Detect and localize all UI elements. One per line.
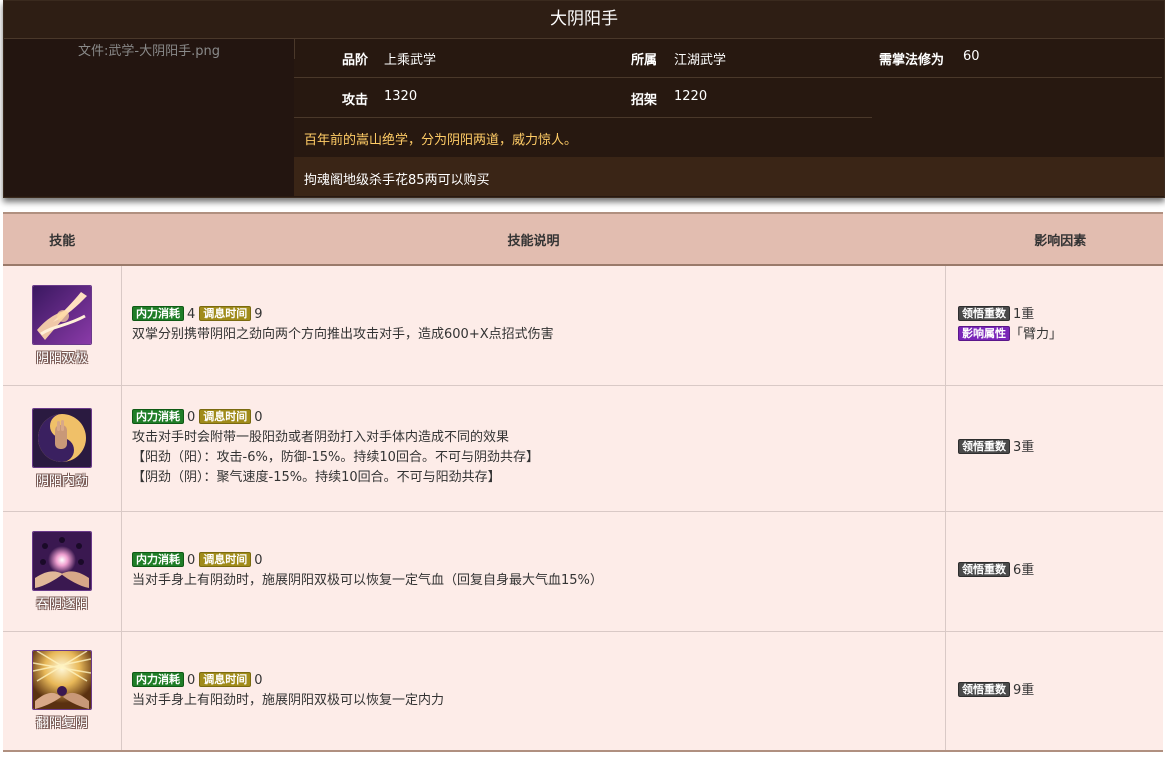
divider <box>294 117 872 118</box>
realm-value: 3重 <box>1013 440 1035 455</box>
factor-cell: 领悟重数 9重 <box>945 631 1163 752</box>
skill-name: 吞阴逐阳 <box>35 596 88 612</box>
table-row: 翻阳复阴 内力消耗 0 调息时间 0 当对手身上有阳劲时，施展阴阳双极可以恢复一定内力… <box>3 631 1163 752</box>
realm-value: 9重 <box>1013 682 1035 698</box>
description-cell: 内力消耗 0 调息时间 0 当对手身上有阴劲时，施展阴阳双极可以恢复一定气血（回复自身… <box>121 511 946 632</box>
header-skill: 技能 <box>3 213 122 266</box>
mp-value: 4 <box>187 307 196 323</box>
cd-badge: 调息时间 <box>199 409 252 424</box>
cd-value: 9 <box>254 307 263 323</box>
cd-value: 0 <box>254 672 263 688</box>
belong-value: 江湖武学 <box>674 53 727 68</box>
image-file-link[interactable]: 文件:武学-大阴阳手.png <box>4 40 294 59</box>
skill-description: 百年前的嵩山绝学，分为阴阳两道，威力惊人。 <box>304 133 578 148</box>
realm-line: 领悟重数 1重 <box>958 305 1163 325</box>
twin-palms-icon[interactable] <box>32 284 92 345</box>
factor-cell: 领悟重数 6重 <box>945 511 1163 632</box>
parry-label: 招架 <box>631 93 658 108</box>
attribute-badge: 影响属性 <box>958 326 1010 342</box>
divider <box>294 39 295 59</box>
skill-cell: 翻阳复阴 <box>3 631 122 752</box>
cost-line: 内力消耗 0 调息时间 0 <box>132 671 945 691</box>
realm-badge: 领悟重数 <box>958 306 1010 322</box>
cd-badge: 调息时间 <box>199 306 252 322</box>
attr-line: 影响属性 「臂力」 <box>958 325 1163 345</box>
orb-hands-icon[interactable] <box>32 530 92 591</box>
skill-effect-text: 当对手身上有阳劲时，施展阴阳双极可以恢复一定内力 <box>132 692 445 708</box>
rank-label: 品阶 <box>342 53 369 68</box>
radiant-hands-icon[interactable] <box>32 650 92 711</box>
table-header-row: 技能 技能说明 影响因素 <box>3 213 1163 266</box>
cd-value: 0 <box>254 553 263 568</box>
skill-effect-text: 攻击对手时会附带一股阳劲或者阴劲打入对手体内造成不同的效果 <box>132 430 510 445</box>
realm-badge: 领悟重数 <box>958 562 1010 577</box>
realm-line: 领悟重数 9重 <box>958 681 1163 701</box>
cd-badge: 调息时间 <box>199 671 252 687</box>
factor-cell: 领悟重数 3重 <box>945 385 1163 512</box>
mp-badge: 内力消耗 <box>132 306 184 322</box>
cost-line: 内力消耗 4 调息时间 9 <box>132 305 945 325</box>
realm-line: 领悟重数 6重 <box>958 561 1163 581</box>
table-row: 阴阳内劲 内力消耗 0 调息时间 0 攻击对手时会附带一股阳劲或者阴劲打入对手体内造成… <box>3 385 1163 512</box>
cost-line: 内力消耗 0 调息时间 0 <box>132 408 945 428</box>
skill-info-card: 大阴阳手 文件:武学-大阴阳手.png 品阶 上乘武学 所属 江湖武学 需掌法修… <box>3 0 1165 198</box>
page-title: 大阴阳手 <box>4 1 1164 39</box>
mp-value: 0 <box>187 410 196 425</box>
skill-name: 阴阳内劲 <box>35 473 88 489</box>
factor-cell: 领悟重数 1重 影响属性 「臂力」 <box>945 265 1163 386</box>
attribute-value: 「臂力」 <box>1010 327 1063 343</box>
mp-badge: 内力消耗 <box>132 409 184 424</box>
skill-cell: 阴阳内劲 <box>3 385 122 512</box>
requirement-label: 需掌法修为 <box>879 53 945 68</box>
header-description: 技能说明 <box>121 213 946 266</box>
acquire-text: 拘魂阁地级杀手花85两可以购买 <box>304 173 490 188</box>
skill-effect-text: 当对手身上有阴劲时，施展阴阳双极可以恢复一定气血（回复自身最大气血15%） <box>132 573 603 588</box>
realm-badge: 领悟重数 <box>958 439 1010 454</box>
attack-label: 攻击 <box>342 93 369 108</box>
acquire-row: 拘魂阁地级杀手花85两可以购买 <box>294 157 1164 196</box>
mp-badge: 内力消耗 <box>132 671 184 687</box>
skill-effect-text: 双掌分别携带阴阳之劲向两个方向推出攻击对手，造成600+X点招式伤害 <box>132 327 554 343</box>
yin-yang-hand-icon[interactable] <box>32 407 92 468</box>
realm-value: 6重 <box>1013 563 1035 578</box>
skill-effect-text: 【阳劲（阳）：攻击-6%，防御-15%。持续10回合。不可与阴劲共存】 <box>132 450 539 465</box>
cd-badge: 调息时间 <box>199 552 252 567</box>
belong-label: 所属 <box>631 53 658 68</box>
skill-name: 翻阳复阴 <box>35 716 88 732</box>
description-cell: 内力消耗 4 调息时间 9 双掌分别携带阴阳之劲向两个方向推出攻击对手，造成600+X… <box>121 265 946 386</box>
realm-line: 领悟重数 3重 <box>958 438 1163 458</box>
skill-cell: 阴阳双极 <box>3 265 122 386</box>
skill-name: 阴阳双极 <box>35 350 88 366</box>
cd-value: 0 <box>254 410 263 425</box>
parry-value: 1220 <box>674 89 708 104</box>
table-row: 阴阳双极 内力消耗 4 调息时间 9 双掌分别携带阴阳之劲向两个方向推出攻击对手，造成… <box>3 265 1163 386</box>
realm-value: 1重 <box>1013 307 1035 323</box>
realm-badge: 领悟重数 <box>958 681 1010 697</box>
description-cell: 内力消耗 0 调息时间 0 攻击对手时会附带一股阳劲或者阴劲打入对手体内造成不同的效果… <box>121 385 946 512</box>
table-row: 吞阴逐阳 内力消耗 0 调息时间 0 当对手身上有阴劲时，施展阴阳双极可以恢复一定气血… <box>3 511 1163 632</box>
header-factors: 影响因素 <box>945 213 1163 266</box>
skill-image-placeholder: 文件:武学-大阴阳手.png <box>4 39 294 196</box>
skill-cell: 吞阴逐阳 <box>3 511 122 632</box>
mp-value: 0 <box>187 553 196 568</box>
rank-value: 上乘武学 <box>384 53 437 68</box>
skills-table: 技能 技能说明 影响因素 阴阳双极 内力消耗 4 调息时间 9 双掌分别携带阴阳… <box>3 212 1163 752</box>
requirement-value: 60 <box>963 49 980 64</box>
description-cell: 内力消耗 0 调息时间 0 当对手身上有阳劲时，施展阴阳双极可以恢复一定内力 <box>121 631 946 752</box>
cost-line: 内力消耗 0 调息时间 0 <box>132 551 945 571</box>
mp-badge: 内力消耗 <box>132 552 184 567</box>
attack-value: 1320 <box>384 89 418 104</box>
divider <box>294 77 1162 78</box>
skill-effect-text: 【阴劲（阴）：聚气速度-15%。持续10回合。不可与阳劲共存】 <box>132 470 501 485</box>
mp-value: 0 <box>187 672 196 688</box>
